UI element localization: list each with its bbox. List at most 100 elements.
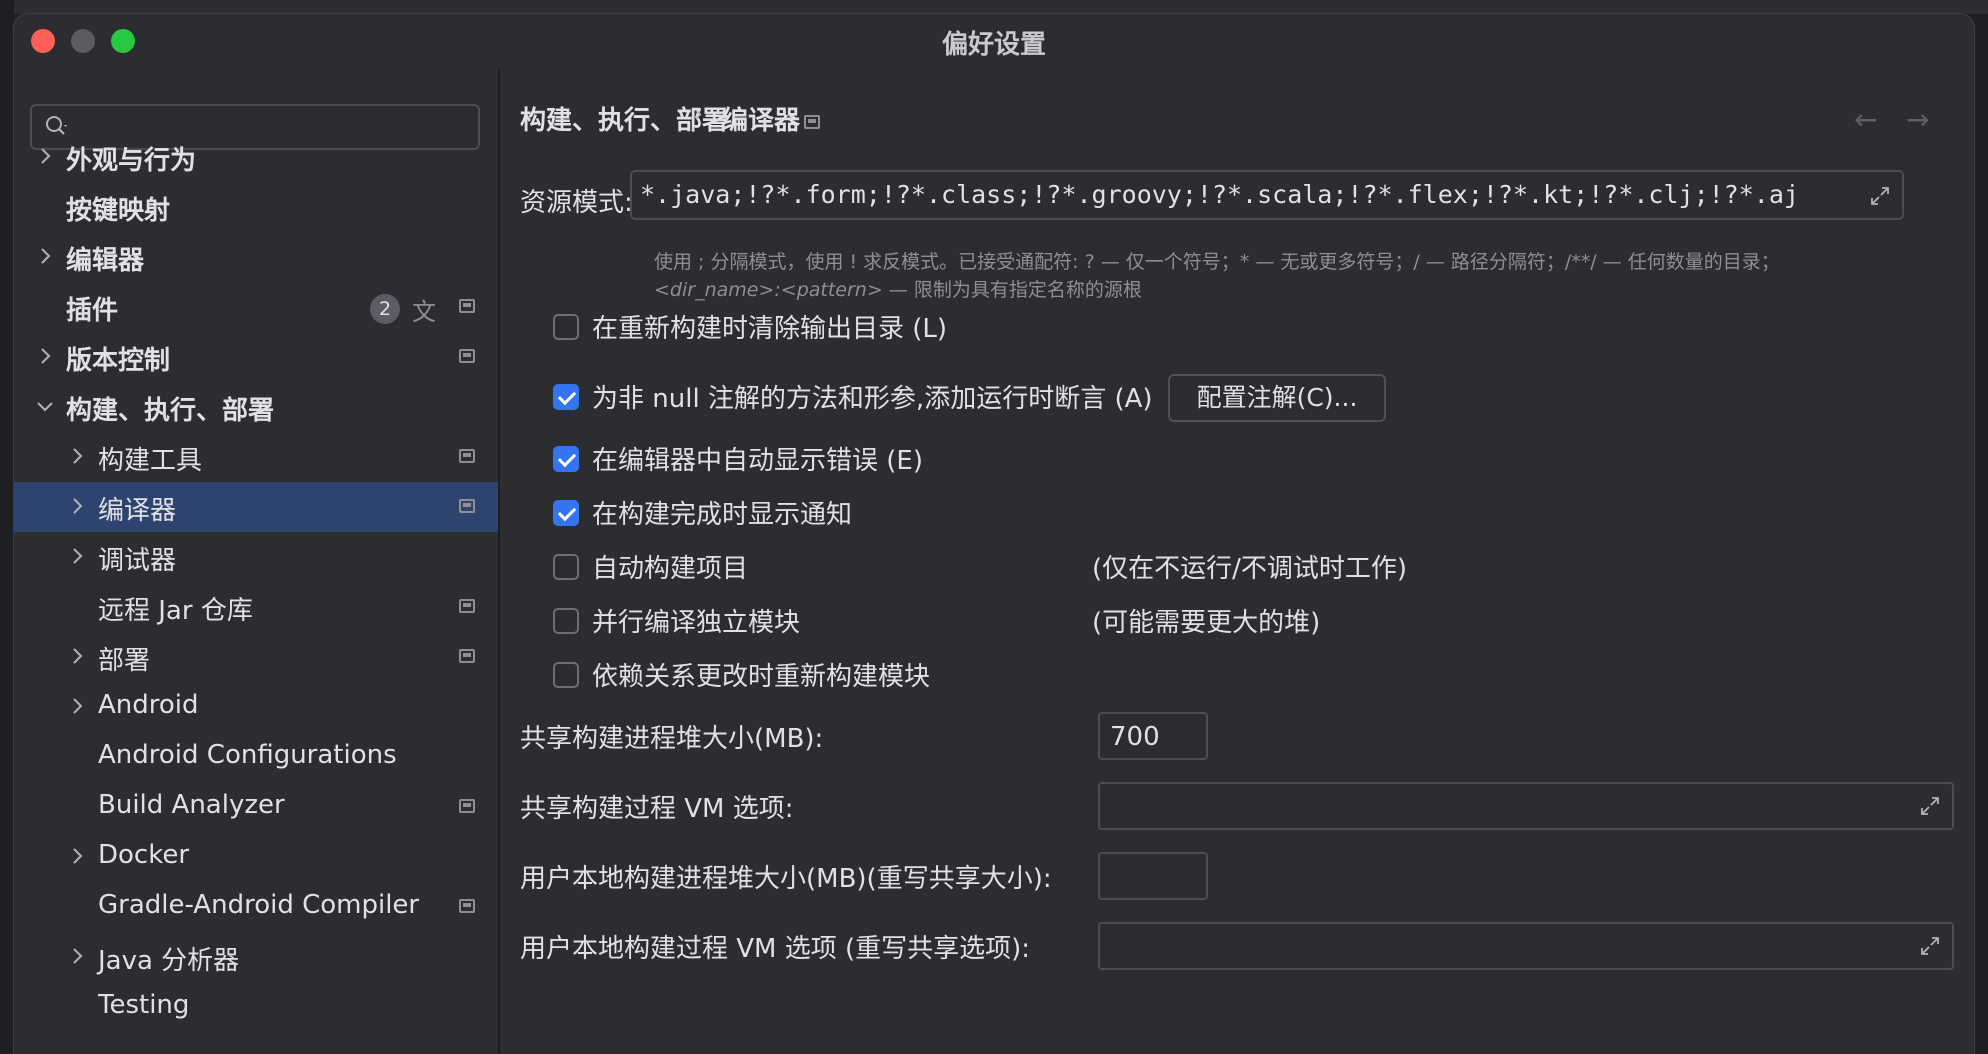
sidebar-item-gradle-android-compiler[interactable]: Gradle-Android Compiler [14,882,498,932]
sidebar-item-label: Docker [98,840,190,870]
build-notification-checkbox[interactable] [553,500,579,526]
chevron-right-icon[interactable] [66,845,88,867]
window-title: 偏好设置 [941,30,1046,60]
checkbox-label: 为非 null 注解的方法和形参,添加运行时断言 (A) [592,384,1153,414]
preferences-window: 偏好设置 外观与行为 按键映射 编辑器 插件 2 文 版本控制 构建、执行、部署… [14,14,1974,1054]
resource-patterns-value: *.java;!?*.form;!?*.class;!?*.groovy;!?*… [640,180,1799,209]
configure-annotations-button[interactable]: 配置注解(C)... [1168,374,1386,422]
clear-output-checkbox[interactable] [553,314,579,340]
checkbox-label: 在构建完成时显示通知 [592,500,853,530]
sidebar-item-label: 部署 [98,646,151,676]
sidebar-item-label: Gradle-Android Compiler [98,890,420,920]
sidebar-item-label: 编辑器 [66,246,145,276]
project-scope-icon [459,449,475,463]
sidebar-item-testing[interactable]: Testing [14,982,498,1032]
project-scope-icon [459,349,475,363]
checkbox-label: 依赖关系更改时重新构建模块 [592,662,931,692]
sidebar-item-build-tools[interactable]: 构建工具 [14,432,498,482]
expand-icon[interactable] [1868,184,1892,208]
parallel-compile-checkbox[interactable] [553,608,579,634]
project-scope-icon [804,115,820,129]
checkbox-label: 自动构建项目 [592,554,749,584]
chevron-right-icon[interactable] [66,445,88,467]
translate-icon: 文 [412,298,436,326]
settings-sidebar: 外观与行为 按键映射 编辑器 插件 2 文 版本控制 构建、执行、部署 构建工具 [14,70,498,1054]
sidebar-item-remote-jar[interactable]: 远程 Jar 仓库 [14,582,498,632]
sidebar-item-label: 插件 [66,296,119,326]
auto-show-errors-checkbox[interactable] [553,446,579,472]
breadcrumb-separator: › [694,102,703,127]
sidebar-item-keymap[interactable]: 按键映射 [14,182,498,232]
project-scope-icon [459,299,475,313]
sidebar-item-label: 远程 Jar 仓库 [98,596,253,626]
project-scope-icon [459,649,475,663]
sidebar-item-label: Build Analyzer [98,790,285,820]
breadcrumb-current: 编译器 [722,106,801,136]
background-window-edge [0,0,14,1042]
chevron-right-icon[interactable] [66,945,88,967]
shared-heap-label: 共享构建进程堆大小(MB): [520,724,824,754]
chevron-right-icon[interactable] [66,645,88,667]
chevron-down-icon[interactable] [34,395,56,417]
expand-icon[interactable] [1918,934,1942,958]
checkbox-label: 在重新构建时清除输出目录 (L) [592,314,948,344]
compiler-settings-panel: 构建、执行、部署 › 编译器 ← → 资源模式: *.java;!?*.form… [500,70,1974,1054]
plugins-update-badge: 2 [370,294,400,324]
sidebar-item-appearance[interactable]: 外观与行为 [14,132,498,182]
back-arrow-icon[interactable]: ← [1854,103,1877,136]
chevron-right-icon[interactable] [66,695,88,717]
rebuild-on-deps-change-checkbox[interactable] [553,662,579,688]
chevron-right-icon[interactable] [34,345,56,367]
sidebar-item-label: 调试器 [98,546,177,576]
sidebar-item-plugins[interactable]: 插件 2 文 [14,282,498,332]
sidebar-item-build-exec-deploy[interactable]: 构建、执行、部署 [14,382,498,432]
sidebar-item-android-configurations[interactable]: Android Configurations [14,732,498,782]
resource-patterns-field[interactable]: *.java;!?*.form;!?*.class;!?*.groovy;!?*… [630,170,1904,220]
sidebar-item-java-profiler[interactable]: Java 分析器 [14,932,498,982]
sidebar-item-label: Java 分析器 [98,946,240,976]
sidebar-item-deployment[interactable]: 部署 [14,632,498,682]
auto-build-checkbox[interactable] [553,554,579,580]
sidebar-item-build-analyzer[interactable]: Build Analyzer [14,782,498,832]
auto-build-note: (仅在不运行/不调试时工作) [1092,554,1408,584]
expand-icon[interactable] [1918,794,1942,818]
sidebar-item-label: Android Configurations [98,740,397,770]
not-null-assertions-checkbox[interactable] [553,384,579,410]
sidebar-item-debugger[interactable]: 调试器 [14,532,498,582]
chevron-right-icon[interactable] [66,545,88,567]
sidebar-item-label: 构建工具 [98,446,203,476]
sidebar-item-label: 外观与行为 [66,146,197,176]
sidebar-item-label: Android [98,690,199,720]
shared-vm-options-label: 共享构建过程 VM 选项: [520,794,794,824]
project-scope-icon [459,799,475,813]
sidebar-item-docker[interactable]: Docker [14,832,498,882]
sidebar-item-vcs[interactable]: 版本控制 [14,332,498,382]
shared-vm-options-input[interactable] [1098,782,1954,830]
resource-patterns-label: 资源模式: [520,188,633,218]
project-scope-icon [459,899,475,913]
chevron-right-icon[interactable] [34,145,56,167]
sidebar-item-android[interactable]: Android [14,682,498,732]
sidebar-item-label: 编译器 [98,496,177,526]
checkbox-label: 在编辑器中自动显示错误 (E) [592,446,923,476]
user-heap-input[interactable] [1098,852,1208,900]
parallel-compile-note: (可能需要更大的堆) [1092,608,1321,638]
project-scope-icon [459,499,475,513]
user-vm-options-label: 用户本地构建过程 VM 选项 (重写共享选项): [520,934,1031,964]
chevron-right-icon[interactable] [34,245,56,267]
sidebar-item-label: 按键映射 [66,196,171,226]
shared-heap-input[interactable]: 700 [1098,712,1208,760]
forward-arrow-icon[interactable]: → [1906,103,1929,136]
sidebar-item-label: Testing [98,990,190,1020]
project-scope-icon [459,599,475,613]
sidebar-item-editor[interactable]: 编辑器 [14,232,498,282]
checkbox-label: 并行编译独立模块 [592,608,801,638]
sidebar-item-label: 构建、执行、部署 [66,396,275,426]
title-bar: 偏好设置 [14,14,1974,70]
background-window-strip [0,0,1988,14]
user-vm-options-input[interactable] [1098,922,1954,970]
user-heap-label: 用户本地构建进程堆大小(MB)(重写共享大小): [520,864,1052,894]
resource-patterns-help: 使用 ; 分隔模式，使用 ! 求反模式。已接受通配符: ? — 仅一个符号；* … [654,251,1780,301]
chevron-right-icon[interactable] [66,495,88,517]
sidebar-item-compiler[interactable]: 编译器 [14,482,498,532]
